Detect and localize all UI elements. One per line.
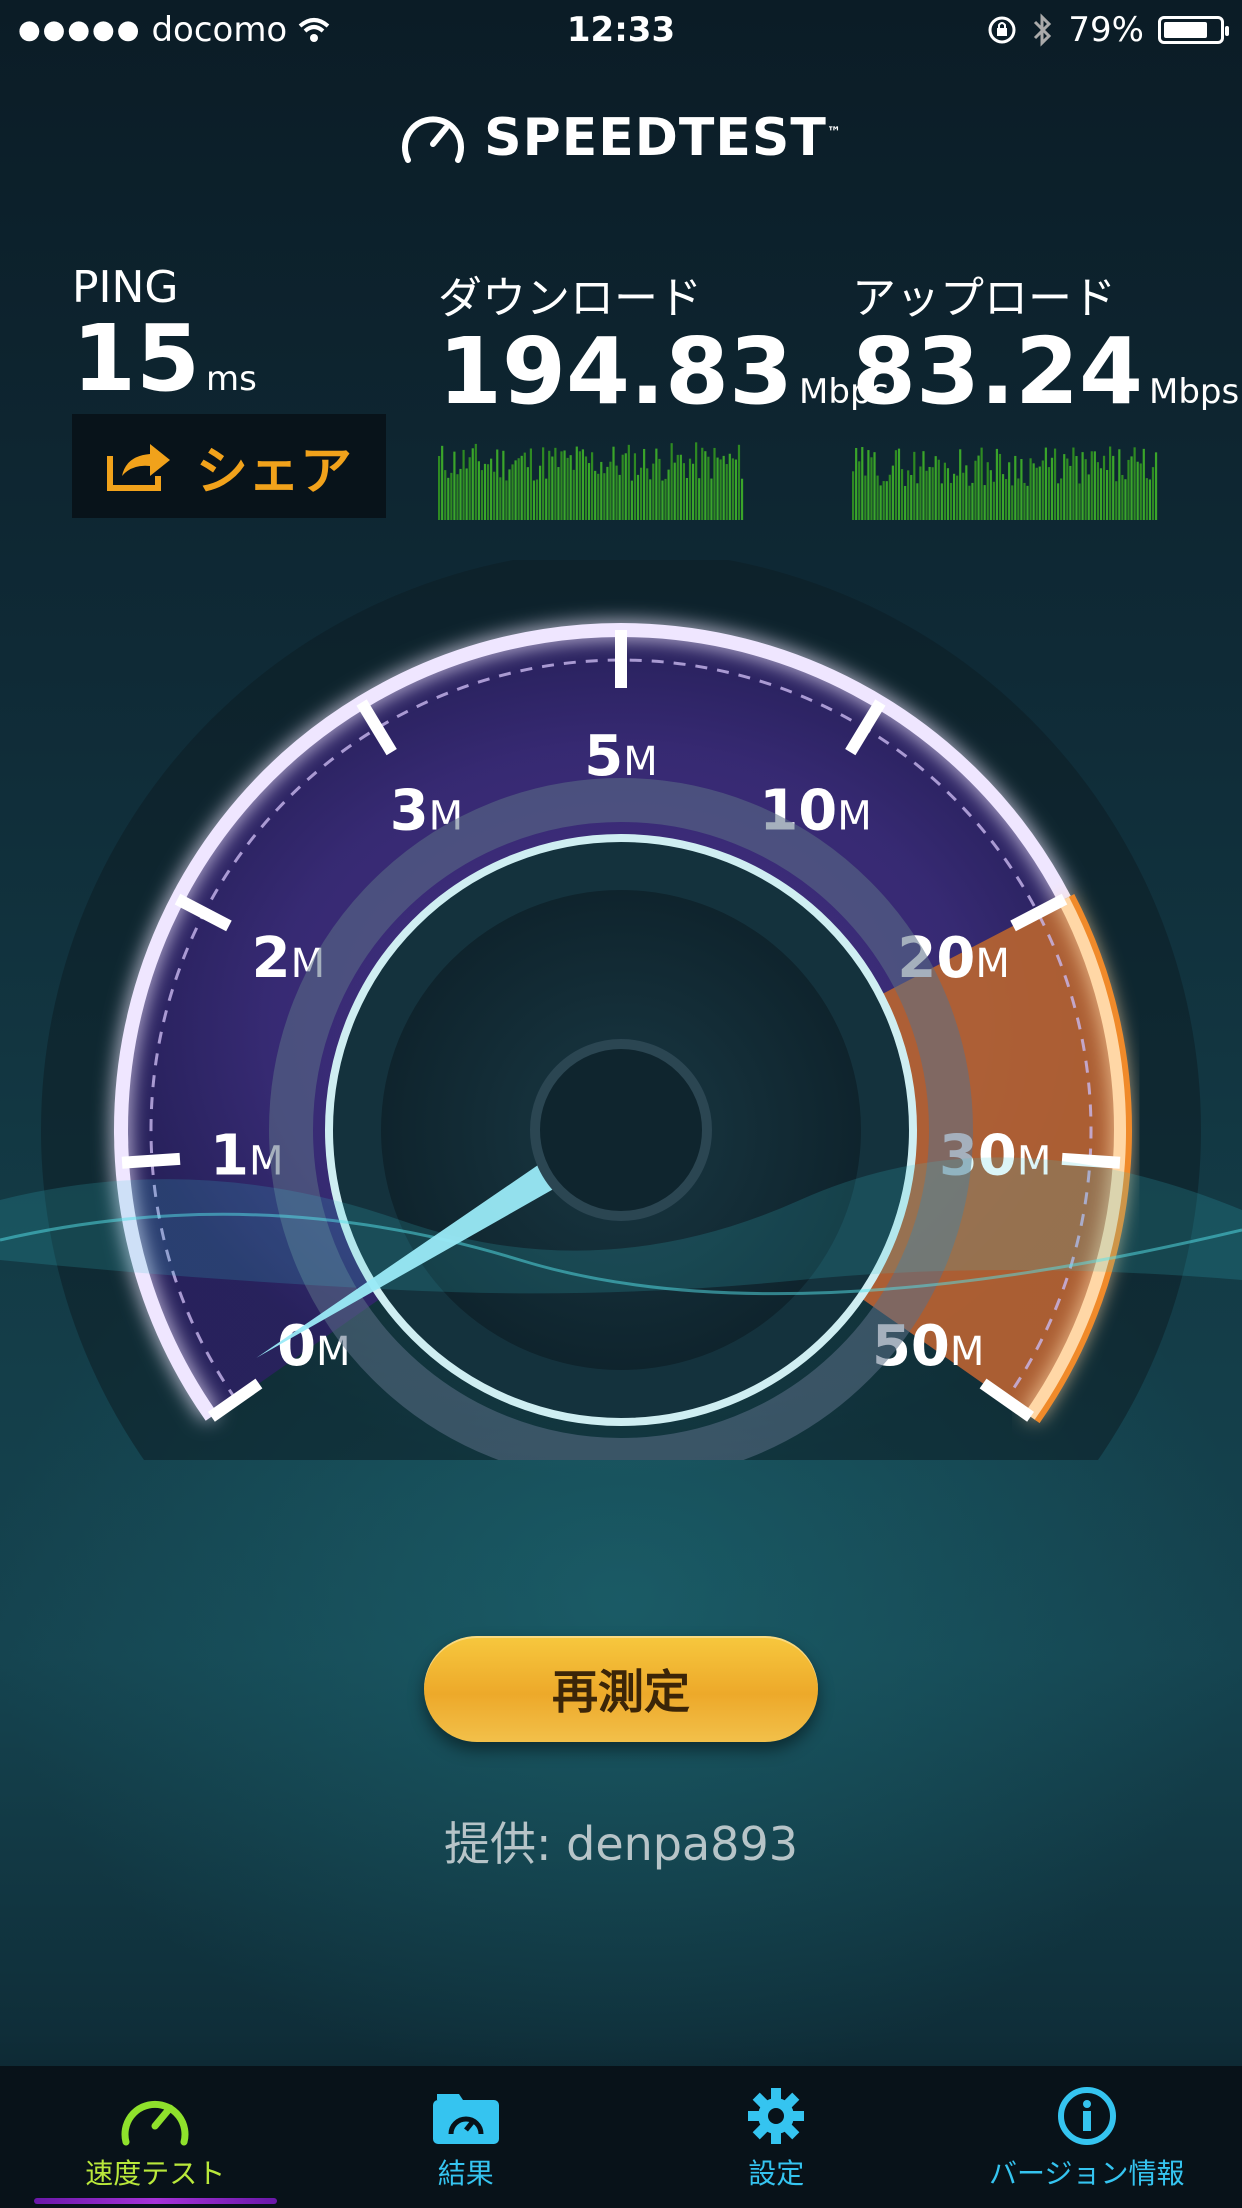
speed-gauge: 0M1M2M3M5M10M20M30M50M [0, 560, 1242, 1460]
status-right: 79% [986, 10, 1229, 50]
tab-speed-test[interactable]: 速度テスト [0, 2066, 311, 2208]
upload-label: アップロード [852, 273, 1116, 324]
share-label: シェア [195, 441, 352, 502]
retest-button[interactable]: 再測定 [424, 1636, 818, 1742]
upload-sparkline [852, 446, 1158, 520]
upload-unit: Mbps [1149, 372, 1240, 412]
provider-credit: 提供: denpa893 [444, 1817, 798, 1871]
tab-label: 設定 [748, 2157, 805, 2190]
upload-result: アップロード 83.24 Mbps [852, 262, 1239, 418]
battery-icon [1158, 16, 1229, 44]
share-icon [106, 444, 170, 491]
app-logo: SPEEDTEST™ [0, 108, 1242, 168]
rotation-lock-icon [988, 16, 1016, 44]
download-value: 194.83 [438, 318, 794, 425]
ping-unit: ms [206, 359, 257, 399]
gear-icon [748, 2088, 805, 2144]
share-button[interactable]: シェア [72, 414, 386, 518]
ping-result: PING 15 ms [72, 262, 257, 405]
tab-label: 速度テスト [85, 2157, 226, 2190]
tab-results[interactable]: 結果 [311, 2066, 622, 2208]
tab-bar: 速度テスト 結果 設定 バージョン情報 [0, 2066, 1242, 2208]
tab-settings[interactable]: 設定 [621, 2066, 932, 2208]
tab-label: バージョン情報 [989, 2157, 1185, 2190]
status-bar: ●●●●● docomo 12:33 79% [0, 0, 1242, 62]
bluetooth-icon [1034, 13, 1052, 47]
gauge-tick-mark [121, 1152, 181, 1169]
ping-value: 15 [72, 305, 201, 412]
app-title: SPEEDTEST™ [484, 108, 842, 168]
info-icon [1057, 2087, 1116, 2145]
download-sparkline [438, 442, 744, 520]
tab-label: 結果 [437, 2157, 494, 2190]
download-result: ダウンロード 194.83 Mbps [438, 262, 889, 418]
folder-gauge-icon [432, 2094, 499, 2144]
upload-value: 83.24 [852, 318, 1144, 425]
speedometer-logo-icon [402, 116, 465, 163]
battery-percent: 79% [1068, 10, 1144, 50]
speedometer-icon [121, 2100, 189, 2146]
download-label: ダウンロード [438, 273, 702, 324]
gauge-tick-mark [1061, 1152, 1121, 1169]
tab-about[interactable]: バージョン情報 [932, 2066, 1242, 2208]
